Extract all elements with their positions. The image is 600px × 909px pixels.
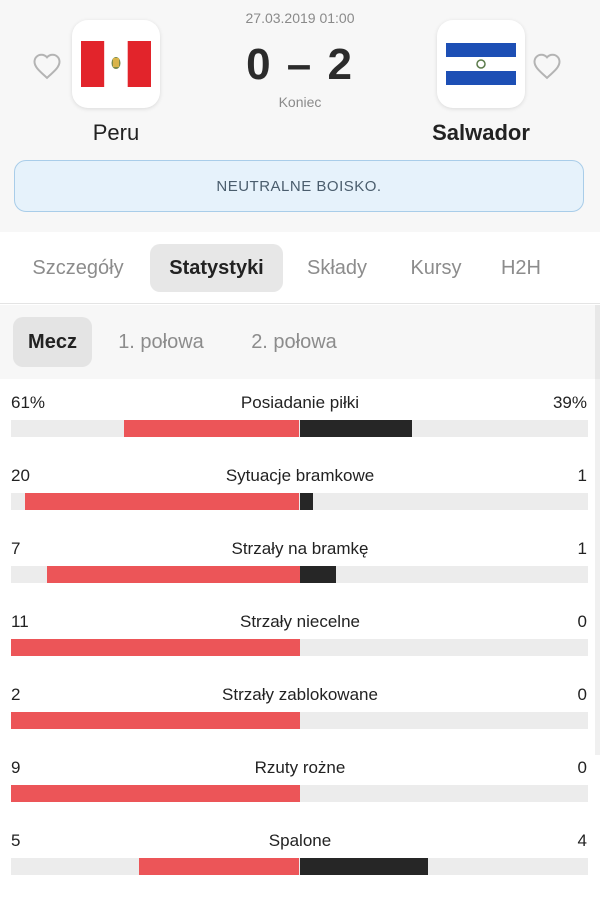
stat-bar-track: [11, 420, 588, 437]
stat-label: Strzały zablokowane: [222, 685, 378, 704]
home-team-name[interactable]: Peru: [46, 120, 186, 146]
stat-bar-track: [11, 493, 588, 510]
home-bar: [47, 566, 300, 583]
stat-label: Spalone: [268, 831, 332, 850]
stat-row-possession: 61% Posiadanie piłki 39%: [0, 379, 600, 449]
home-bar: [11, 712, 300, 729]
period-tabs: Mecz 1. połowa 2. połowa: [0, 305, 600, 379]
away-bar: [299, 420, 412, 437]
stat-label: Strzały niecelne: [239, 612, 360, 631]
home-bar: [123, 420, 300, 437]
away-team-crest[interactable]: [437, 20, 525, 108]
stat-row-chances: 20 Sytuacje bramkowe 1: [0, 452, 600, 522]
stat-home-value: 5: [11, 831, 21, 850]
away-bar: [299, 493, 314, 510]
stat-label: Posiadanie piłki: [240, 393, 360, 412]
home-bar: [24, 493, 300, 510]
stat-home-value: 7: [11, 539, 21, 558]
stat-label: Strzały na bramkę: [231, 539, 369, 558]
stat-bar-track: [11, 566, 588, 583]
tab-h2h[interactable]: H2H: [486, 244, 556, 292]
stat-away-value: 1: [577, 466, 587, 485]
main-tabs: Szczegóły Statystyki Składy Kursy H2H: [0, 232, 600, 304]
home-bar: [11, 639, 300, 656]
stat-away-value: 1: [577, 539, 587, 558]
tab-statistics[interactable]: Statystyki: [150, 244, 283, 292]
tab-details[interactable]: Szczegóły: [14, 244, 142, 292]
stat-away-value: 0: [577, 758, 587, 777]
stat-home-value: 2: [11, 685, 21, 704]
match-header: 27.03.2019 01:00 Peru 0 – 2 Koniec Salwa…: [0, 0, 600, 232]
stat-label: Rzuty rożne: [254, 758, 346, 777]
subtab-match[interactable]: Mecz: [13, 317, 92, 367]
stat-bar-track: [11, 858, 588, 875]
stat-away-value: 0: [577, 685, 587, 704]
subtab-first-half[interactable]: 1. połowa: [100, 317, 222, 367]
tab-odds[interactable]: Kursy: [396, 244, 476, 292]
away-team-name[interactable]: Salwador: [411, 120, 551, 146]
stat-row-offsides: 5 Spalone 4: [0, 817, 600, 887]
stat-bar-track: [11, 639, 588, 656]
tab-lineups[interactable]: Składy: [292, 244, 382, 292]
stat-away-value: 0: [577, 612, 587, 631]
away-bar: [299, 566, 336, 583]
subtab-second-half[interactable]: 2. połowa: [232, 317, 356, 367]
stat-row-shots-off-target: 11 Strzały niecelne 0: [0, 598, 600, 668]
favorite-away-heart-icon[interactable]: [531, 50, 563, 82]
home-bar: [11, 785, 300, 802]
stat-away-value: 4: [577, 831, 587, 850]
stat-home-value: 20: [11, 466, 30, 485]
stat-bar-track: [11, 785, 588, 802]
el-salvador-flag-icon: [446, 43, 516, 85]
stat-bar-track: [11, 712, 588, 729]
stat-home-value: 61%: [11, 393, 46, 412]
stat-home-value: 9: [11, 758, 21, 777]
stat-home-value: 11: [11, 612, 29, 631]
stat-away-value: 39%: [552, 393, 587, 412]
home-bar: [139, 858, 300, 875]
neutral-ground-notice: NEUTRALNE BOISKO.: [14, 160, 584, 212]
stat-row-corners: 9 Rzuty rożne 0: [0, 744, 600, 814]
away-bar: [299, 858, 428, 875]
stat-label: Sytuacje bramkowe: [225, 466, 375, 485]
stat-row-blocked-shots: 2 Strzały zablokowane 0: [0, 671, 600, 741]
stat-row-shots-on-target: 7 Strzały na bramkę 1: [0, 525, 600, 595]
